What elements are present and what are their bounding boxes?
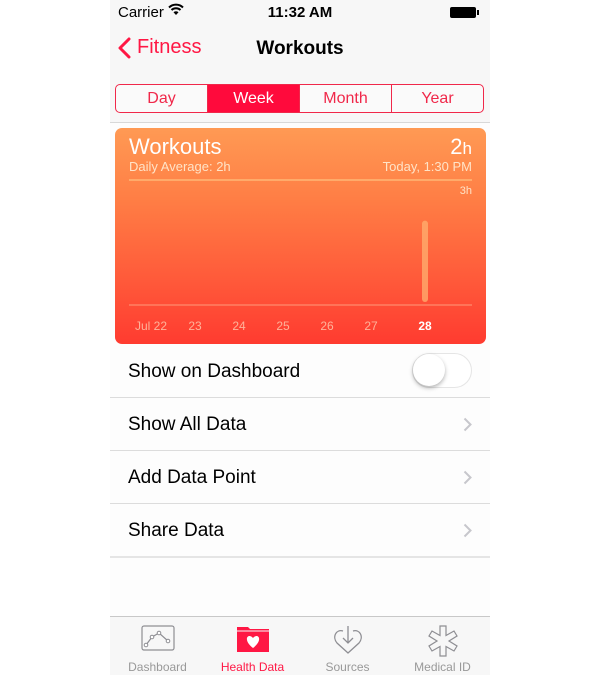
tab-dashboard[interactable]: Dashboard [110,617,205,675]
chart-bar-28 [422,220,428,302]
health-data-folder-heart-icon [236,627,269,652]
sources-heart-download-icon [333,626,362,654]
x-tick-label: 26 [320,319,334,333]
tab-medical-id-label: Medical ID [414,660,471,674]
workouts-bar-chart: 3h Jul 22 23 24 25 26 27 28 [129,179,472,333]
show-on-dashboard-toggle[interactable] [412,353,472,388]
show-all-data-label: Show All Data [128,414,247,435]
chevron-right-icon [463,417,472,432]
navigation-bar: Fitness Workouts [110,30,490,70]
x-tick-label: 24 [232,319,246,333]
app-screen: Carrier 11:32 AM Fitness Workouts Day We… [110,0,490,675]
share-data-row[interactable]: Share Data [110,504,490,558]
status-time: 11:32 AM [267,4,333,21]
show-on-dashboard-label: Show on Dashboard [128,361,301,382]
time-range-segmented-control: Day Week Month Year [115,84,484,113]
segment-year[interactable]: Year [392,85,483,112]
tab-medical-id[interactable]: Medical ID [395,617,490,675]
battery-icon [450,7,479,18]
x-tick-label: 28 [418,319,432,333]
tab-health-data-label: Health Data [220,660,285,674]
share-data-label: Share Data [128,520,225,541]
segment-month[interactable]: Month [300,85,392,112]
x-tick-label: 23 [188,319,202,333]
tab-health-data[interactable]: Health Data [205,617,300,675]
page-title: Workouts [256,38,344,59]
segment-day[interactable]: Day [116,85,208,112]
medical-id-star-icon [427,625,458,657]
show-on-dashboard-row: Show on Dashboard [110,345,490,398]
dashboard-chart-icon [140,625,175,651]
x-tick-label: 27 [364,319,378,333]
top-bar: Carrier 11:32 AM Fitness Workouts Day We… [110,0,490,123]
options-list: Show on Dashboard Show All Data Add Data… [110,345,490,558]
add-data-point-label: Add Data Point [128,467,256,488]
segment-week[interactable]: Week [208,85,300,112]
x-tick-label: Jul 22 [135,319,167,333]
x-tick-label: 25 [276,319,290,333]
status-bar: Carrier 11:32 AM [110,0,490,24]
tab-sources-label: Sources [325,660,370,674]
chevron-right-icon [463,470,472,485]
chevron-right-icon [463,523,472,538]
workouts-chart-card[interactable]: Workouts 2h Daily Average: 2h Today, 1:3… [115,128,486,344]
toggle-knob [413,354,445,386]
show-all-data-row[interactable]: Show All Data [110,398,490,451]
tab-sources[interactable]: Sources [300,617,395,675]
tab-dashboard-label: Dashboard [128,660,187,674]
y-max-label: 3h [460,185,472,197]
add-data-point-row[interactable]: Add Data Point [110,451,490,504]
tab-bar: Dashboard Health Data Sources Medical ID [110,616,490,675]
